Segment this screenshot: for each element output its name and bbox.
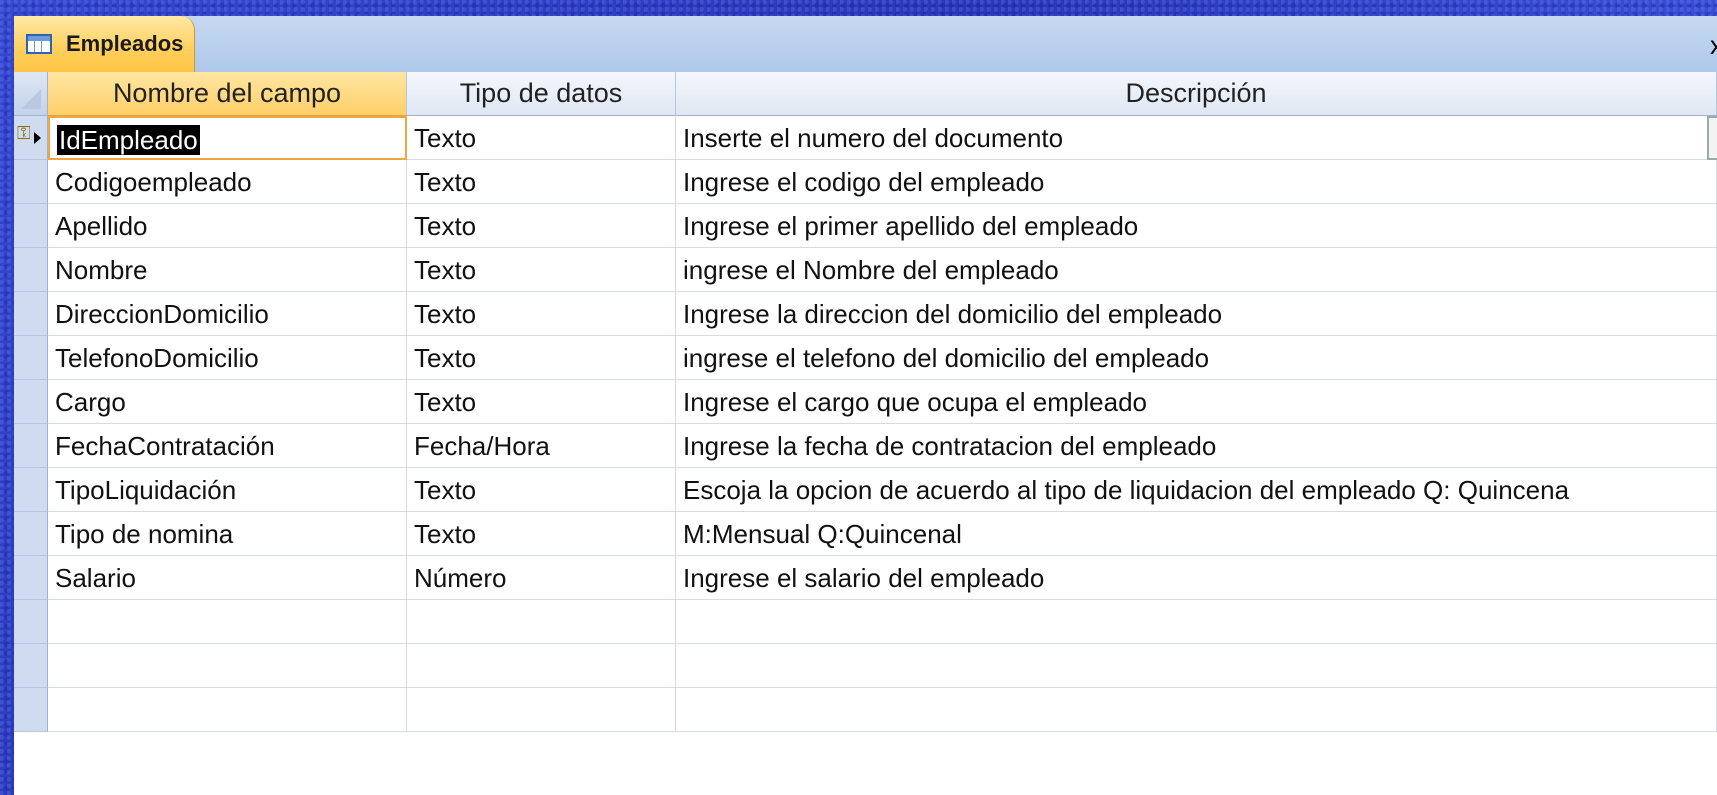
cell-data-type[interactable]: Texto <box>407 292 676 336</box>
row-selector[interactable] <box>14 556 48 600</box>
cell-field-name[interactable] <box>48 688 407 732</box>
column-header-description[interactable]: Descripción <box>676 72 1717 116</box>
row-selector[interactable] <box>14 380 48 424</box>
cell-description[interactable] <box>676 688 1717 732</box>
cell-field-name[interactable]: Codigoempleado <box>48 160 407 204</box>
cell-description[interactable]: Ingrese el cargo que ocupa el empleado <box>676 380 1717 424</box>
cell-description[interactable]: Ingrese la direccion del domicilio del e… <box>676 292 1717 336</box>
cell-description[interactable]: Ingrese el codigo del empleado <box>676 160 1717 204</box>
table-design-window: Empleados x Nombre del campo Tipo de dat… <box>14 16 1717 795</box>
row-selector[interactable] <box>14 688 48 732</box>
current-row-arrow-icon <box>34 132 41 144</box>
cell-data-type[interactable] <box>407 644 676 688</box>
row-selector[interactable] <box>14 336 48 380</box>
cell-description[interactable]: Ingrese el salario del empleado <box>676 556 1717 600</box>
tab-empleados[interactable]: Empleados <box>14 16 195 72</box>
cell-data-type[interactable]: Texto <box>407 380 676 424</box>
row-selector[interactable] <box>14 424 48 468</box>
cell-field-name[interactable]: Cargo <box>48 380 407 424</box>
cell-field-name[interactable]: Salario <box>48 556 407 600</box>
vertical-scrollbar[interactable] <box>1707 116 1717 160</box>
cell-field-name[interactable] <box>48 644 407 688</box>
cell-field-name[interactable]: DireccionDomicilio <box>48 292 407 336</box>
row-selector[interactable] <box>14 600 48 644</box>
cell-field-name[interactable]: TipoLiquidación <box>48 468 407 512</box>
primary-key-icon: ⚿ <box>17 123 31 143</box>
cell-description[interactable]: ingrese el Nombre del empleado <box>676 248 1717 292</box>
cell-field-name[interactable]: IdEmpleado <box>48 116 407 160</box>
close-icon[interactable]: x <box>1710 32 1717 58</box>
cell-data-type[interactable]: Texto <box>407 116 676 160</box>
cell-data-type[interactable]: Texto <box>407 468 676 512</box>
cell-data-type[interactable] <box>407 688 676 732</box>
select-all-corner[interactable] <box>14 72 48 116</box>
cell-description[interactable] <box>676 600 1717 644</box>
cell-description[interactable]: Escoja la opcion de acuerdo al tipo de l… <box>676 468 1717 512</box>
cell-field-name[interactable] <box>48 600 407 644</box>
cell-description[interactable]: Ingrese la fecha de contratacion del emp… <box>676 424 1717 468</box>
cell-data-type[interactable]: Texto <box>407 336 676 380</box>
selected-text: IdEmpleado <box>57 125 200 155</box>
tab-label: Empleados <box>66 31 184 56</box>
cell-description[interactable]: Inserte el numero del documento <box>676 116 1717 160</box>
cell-field-name[interactable]: Tipo de nomina <box>48 512 407 556</box>
cell-description[interactable]: ingrese el telefono del domicilio del em… <box>676 336 1717 380</box>
cell-field-name[interactable]: Nombre <box>48 248 407 292</box>
row-selector[interactable] <box>14 644 48 688</box>
row-selector[interactable] <box>14 468 48 512</box>
cell-data-type[interactable]: Número <box>407 556 676 600</box>
document-tab-bar: Empleados x <box>14 16 1717 73</box>
cell-data-type[interactable]: Texto <box>407 204 676 248</box>
cell-description[interactable] <box>676 644 1717 688</box>
row-selector[interactable] <box>14 160 48 204</box>
cell-field-name[interactable]: TelefonoDomicilio <box>48 336 407 380</box>
cell-description[interactable]: Ingrese el primer apellido del empleado <box>676 204 1717 248</box>
cell-data-type[interactable]: Texto <box>407 160 676 204</box>
column-header-field-name[interactable]: Nombre del campo <box>48 72 407 116</box>
cell-field-name[interactable]: FechaContratación <box>48 424 407 468</box>
cell-data-type[interactable]: Texto <box>407 248 676 292</box>
row-selector[interactable] <box>14 512 48 556</box>
row-selector[interactable] <box>14 248 48 292</box>
cell-description[interactable]: M:Mensual Q:Quincenal <box>676 512 1717 556</box>
cell-field-name[interactable]: Apellido <box>48 204 407 248</box>
table-icon <box>26 34 52 54</box>
column-header-data-type[interactable]: Tipo de datos <box>407 72 676 116</box>
row-selector[interactable] <box>14 292 48 336</box>
cell-data-type[interactable]: Texto <box>407 512 676 556</box>
cell-data-type[interactable] <box>407 600 676 644</box>
cell-data-type[interactable]: Fecha/Hora <box>407 424 676 468</box>
row-selector[interactable] <box>14 204 48 248</box>
row-selector[interactable]: ⚿ <box>14 116 48 160</box>
